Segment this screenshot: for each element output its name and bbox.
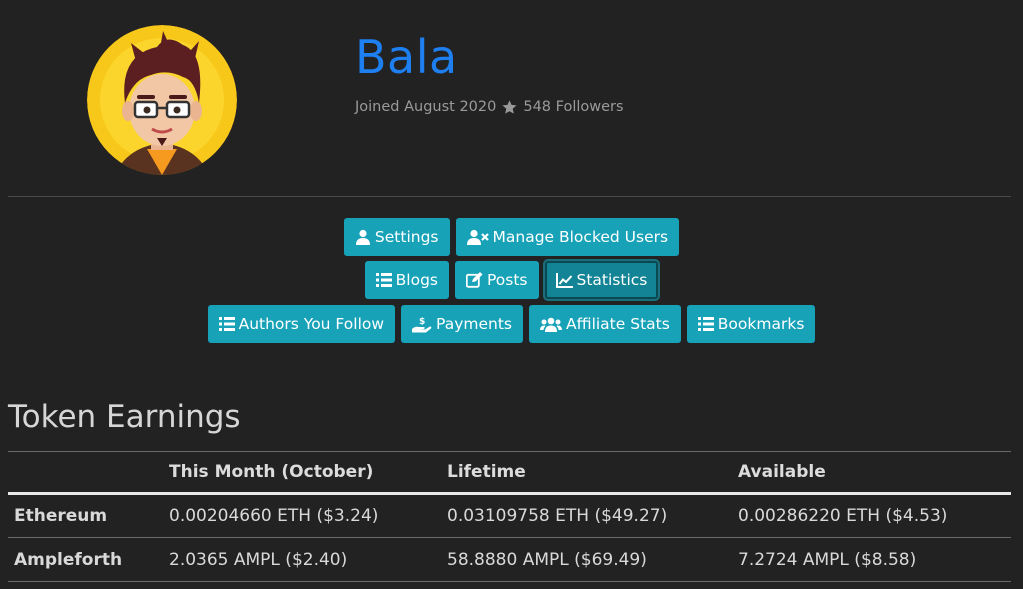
token-earnings-table: This Month (October) Lifetime Available … — [8, 451, 1011, 582]
star-icon — [502, 100, 517, 114]
statistics-button[interactable]: Statistics — [544, 261, 659, 299]
token-name: Ampleforth — [8, 537, 163, 582]
statistics-label: Statistics — [576, 271, 648, 289]
table-cell: 7.2724 AMPL ($8.58) — [732, 537, 1011, 582]
svg-text:$: $ — [419, 317, 425, 327]
profile-meta: Joined August 2020 548 Followers — [355, 99, 624, 115]
profile-name: Bala — [355, 30, 458, 84]
avatar — [87, 25, 237, 175]
table-header — [8, 451, 163, 495]
settings-button[interactable]: Settings — [343, 218, 450, 256]
user-icon — [355, 229, 370, 245]
token-name: Ethereum — [8, 493, 163, 538]
table-row: Ampleforth 2.0365 AMPL ($2.40) 58.8880 A… — [8, 537, 1011, 582]
button-row-1: Settings Manage Blocked Users — [0, 218, 1023, 256]
authors-you-follow-button[interactable]: Authors You Follow — [207, 305, 396, 343]
payments-label: Payments — [436, 315, 512, 333]
posts-button[interactable]: Posts — [454, 261, 539, 299]
hand-money-icon: $ — [412, 317, 432, 332]
blogs-label: Blogs — [395, 271, 438, 289]
table-cell: 58.8880 AMPL ($69.49) — [441, 537, 732, 582]
list-icon — [375, 273, 392, 287]
section-title: Token Earnings — [8, 399, 241, 435]
blogs-button[interactable]: Blogs — [364, 261, 449, 299]
bookmarks-label: Bookmarks — [717, 315, 805, 333]
authors-you-follow-label: Authors You Follow — [238, 315, 385, 333]
table-cell: 0.00204660 ETH ($3.24) — [163, 493, 441, 538]
button-row-2: Blogs Posts Statistics — [0, 261, 1023, 299]
table-header: This Month (October) — [163, 451, 441, 495]
table-cell: 2.0365 AMPL ($2.40) — [163, 537, 441, 582]
bookmarks-button[interactable]: Bookmarks — [686, 305, 816, 343]
posts-label: Posts — [486, 271, 528, 289]
list-icon — [697, 317, 714, 331]
table-header: Available — [732, 451, 1011, 495]
manage-blocked-users-button[interactable]: Manage Blocked Users — [455, 218, 680, 256]
users-icon — [539, 317, 562, 332]
header-divider — [8, 196, 1011, 197]
affiliate-stats-label: Affiliate Stats — [565, 315, 670, 333]
table-header-row: This Month (October) Lifetime Available — [8, 451, 1011, 495]
manage-blocked-users-label: Manage Blocked Users — [492, 228, 669, 246]
user-block-icon — [466, 229, 489, 245]
payments-button[interactable]: $ Payments — [401, 305, 523, 343]
table-row: Ethereum 0.00204660 ETH ($3.24) 0.031097… — [8, 493, 1011, 538]
list-icon — [218, 317, 235, 331]
joined-date: Joined August 2020 — [355, 99, 497, 115]
chart-line-icon — [555, 272, 573, 288]
edit-icon — [465, 272, 483, 288]
table-cell: 0.00286220 ETH ($4.53) — [732, 493, 1011, 538]
affiliate-stats-button[interactable]: Affiliate Stats — [528, 305, 681, 343]
table-cell: 0.03109758 ETH ($49.27) — [441, 493, 732, 538]
table-header: Lifetime — [441, 451, 732, 495]
settings-label: Settings — [374, 228, 439, 246]
followers-count[interactable]: 548 Followers — [523, 99, 623, 115]
button-row-3: Authors You Follow $ Payments Affiliate … — [0, 305, 1023, 343]
